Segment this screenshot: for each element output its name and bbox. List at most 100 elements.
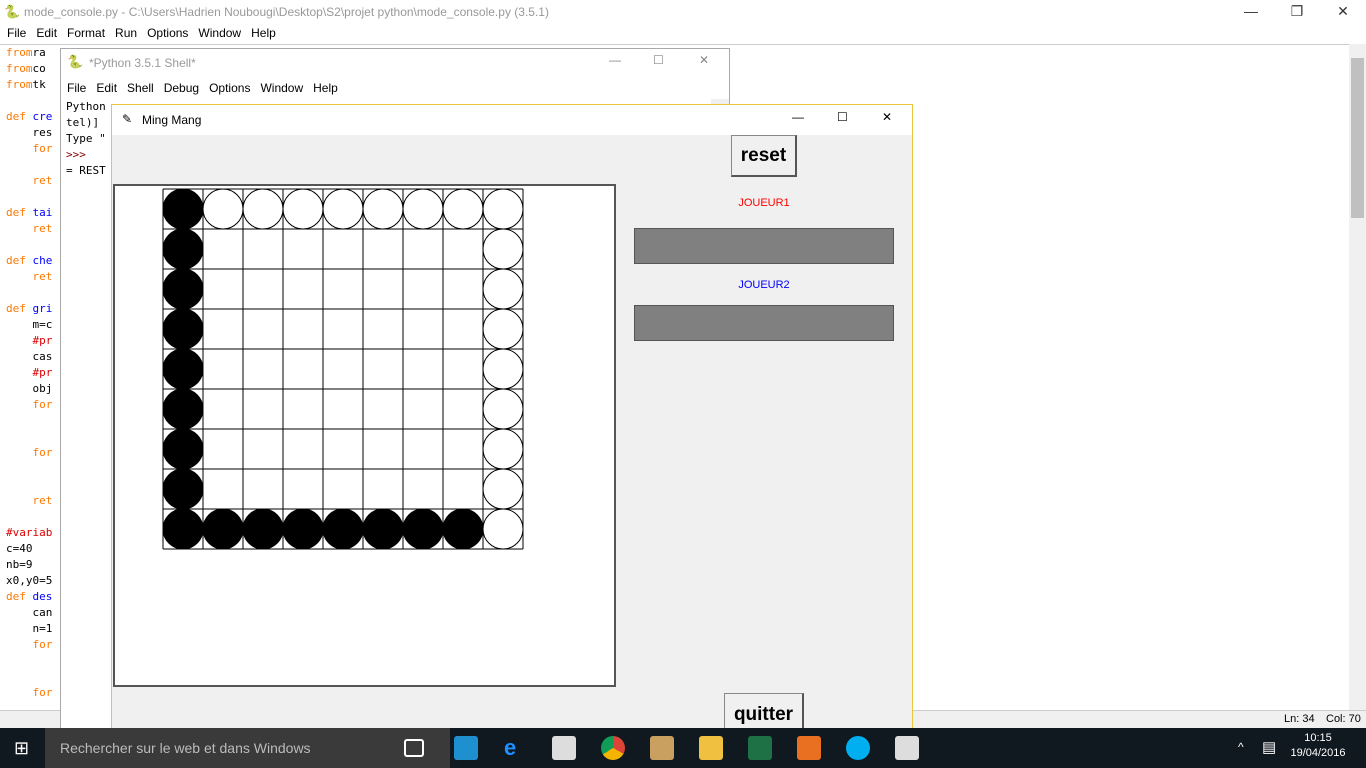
media-player-icon[interactable]: [797, 736, 821, 760]
game-board[interactable]: [115, 186, 614, 685]
black-piece[interactable]: [202, 508, 244, 550]
shell-menu-shell[interactable]: Shell: [127, 77, 154, 99]
white-piece[interactable]: [482, 508, 524, 550]
store-app-icon[interactable]: [454, 736, 478, 760]
editor-scrollbar[interactable]: [1349, 44, 1366, 710]
code-token: def: [6, 590, 26, 603]
menu-run[interactable]: Run: [115, 24, 137, 42]
shell-menu-options[interactable]: Options: [209, 77, 250, 99]
clock-time: 10:15: [1304, 732, 1332, 744]
code-token: from: [6, 46, 33, 59]
white-piece[interactable]: [322, 188, 364, 230]
minimize-button[interactable]: —: [792, 110, 804, 124]
white-piece[interactable]: [482, 228, 524, 270]
paint-icon[interactable]: [650, 736, 674, 760]
menu-edit[interactable]: Edit: [36, 24, 57, 42]
minimize-button[interactable]: —: [1228, 0, 1274, 24]
white-piece[interactable]: [202, 188, 244, 230]
code-token: #variab: [6, 526, 53, 539]
close-button[interactable]: ✕: [699, 53, 709, 67]
feather-icon: ✎: [122, 112, 133, 126]
player1-label: JOUEUR1: [738, 197, 790, 209]
black-piece[interactable]: [402, 508, 444, 550]
black-piece[interactable]: [162, 428, 204, 470]
code-token: ret: [6, 222, 53, 235]
minimize-button[interactable]: —: [609, 53, 621, 67]
black-piece[interactable]: [162, 468, 204, 510]
python-idle-icon[interactable]: [895, 736, 919, 760]
code-token: ret: [6, 174, 53, 187]
skype-icon[interactable]: [846, 736, 870, 760]
shell-menu-file[interactable]: File: [67, 77, 86, 99]
maximize-button[interactable]: ❐: [1274, 0, 1320, 24]
file-explorer-icon[interactable]: [699, 736, 723, 760]
maximize-button[interactable]: ☐: [837, 110, 848, 124]
code-token: ret: [6, 270, 53, 283]
white-piece[interactable]: [442, 188, 484, 230]
player1-entry[interactable]: [634, 228, 894, 264]
black-piece[interactable]: [162, 388, 204, 430]
shell-menu-edit[interactable]: Edit: [96, 77, 117, 99]
black-piece[interactable]: [442, 508, 484, 550]
clock[interactable]: 10:15 19/04/2016: [1290, 732, 1346, 759]
black-piece[interactable]: [282, 508, 324, 550]
close-button[interactable]: ✕: [1320, 0, 1366, 24]
notifications-icon[interactable]: ▤: [1262, 738, 1276, 756]
excel-icon[interactable]: [748, 736, 772, 760]
white-piece[interactable]: [482, 388, 524, 430]
menu-window[interactable]: Window: [198, 24, 241, 42]
code-token: gri: [25, 302, 53, 315]
code-token: #pr: [6, 334, 53, 347]
black-piece[interactable]: [162, 508, 204, 550]
code-token: for: [6, 686, 53, 699]
code-token: obj: [6, 382, 53, 395]
windows-start-icon[interactable]: ⊞: [14, 738, 29, 759]
black-piece[interactable]: [322, 508, 364, 550]
white-piece[interactable]: [482, 308, 524, 350]
player2-entry[interactable]: [634, 305, 894, 341]
code-token: for: [6, 398, 53, 411]
store-icon[interactable]: [552, 736, 576, 760]
code-token: from: [6, 78, 33, 91]
menu-file[interactable]: File: [7, 24, 26, 42]
game-titlebar: ✎ Ming Mang — ☐ ✕: [112, 105, 912, 135]
black-piece[interactable]: [162, 228, 204, 270]
shell-menu-help[interactable]: Help: [313, 77, 338, 99]
white-piece[interactable]: [362, 188, 404, 230]
code-token: def: [6, 254, 26, 267]
game-board-canvas[interactable]: [113, 184, 616, 687]
show-hidden-icons[interactable]: ^: [1238, 740, 1244, 754]
code-token: des: [25, 590, 53, 603]
reset-button[interactable]: reset: [731, 135, 797, 177]
black-piece[interactable]: [162, 348, 204, 390]
black-piece[interactable]: [242, 508, 284, 550]
shell-title: *Python 3.5.1 Shell*: [89, 56, 196, 70]
white-piece[interactable]: [242, 188, 284, 230]
menu-format[interactable]: Format: [67, 24, 105, 42]
shell-menu-debug[interactable]: Debug: [164, 77, 199, 99]
maximize-button[interactable]: ☐: [653, 53, 664, 67]
close-button[interactable]: ✕: [882, 110, 892, 124]
shell-menu-window[interactable]: Window: [260, 77, 303, 99]
editor-menubar: File Edit Format Run Options Window Help: [0, 24, 1366, 44]
white-piece[interactable]: [482, 188, 524, 230]
code-token: for: [6, 638, 53, 651]
black-piece[interactable]: [362, 508, 404, 550]
white-piece[interactable]: [402, 188, 444, 230]
code-token: from: [6, 62, 33, 75]
black-piece[interactable]: [162, 308, 204, 350]
menu-options[interactable]: Options: [147, 24, 188, 42]
code-token: res: [6, 126, 53, 139]
menu-help[interactable]: Help: [251, 24, 276, 42]
white-piece[interactable]: [282, 188, 324, 230]
edge-icon[interactable]: e: [504, 736, 528, 760]
black-piece[interactable]: [162, 268, 204, 310]
taskbar-search[interactable]: Rechercher sur le web et dans Windows: [45, 728, 450, 768]
chrome-icon[interactable]: [601, 736, 625, 760]
task-view-icon[interactable]: [404, 739, 424, 757]
white-piece[interactable]: [482, 348, 524, 390]
white-piece[interactable]: [482, 428, 524, 470]
black-piece[interactable]: [162, 188, 204, 230]
white-piece[interactable]: [482, 468, 524, 510]
white-piece[interactable]: [482, 268, 524, 310]
